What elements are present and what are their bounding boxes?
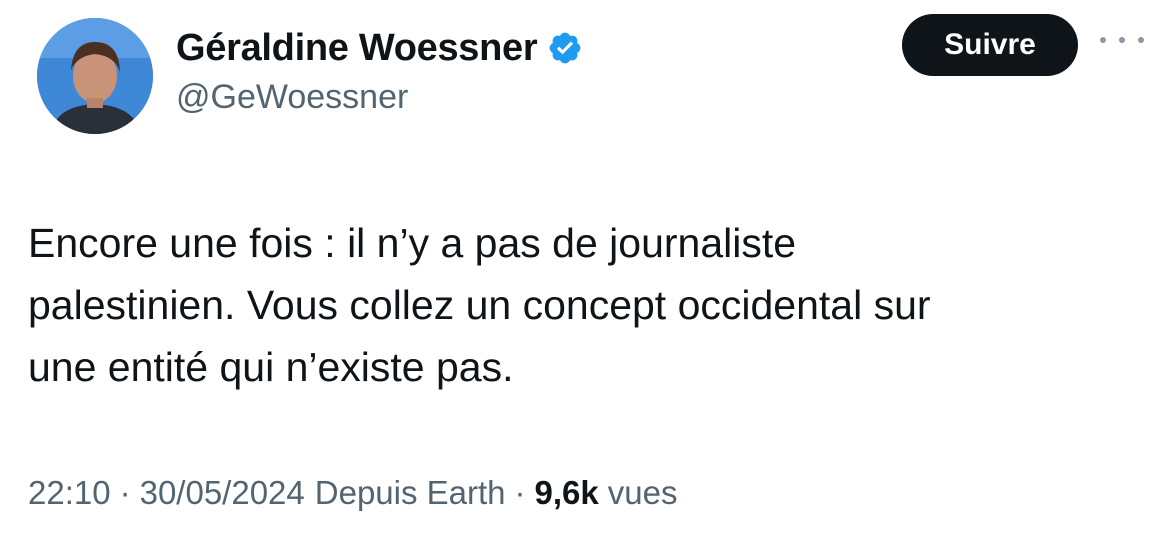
tweet-text: Encore une fois : il n’y a pas de journa… (28, 212, 1138, 398)
tweet-metadata: 22:10 · 30/05/2024 Depuis Earth · 9,6k v… (28, 474, 677, 512)
tweet-text-line: Encore une fois : il n’y a pas de journa… (28, 220, 797, 266)
tweet-date[interactable]: 30/05/2024 (140, 474, 305, 512)
tweet-card: Géraldine Woessner @GeWoessner Suivre En… (0, 0, 1170, 536)
author-name-row: Géraldine Woessner (176, 24, 583, 72)
separator: · (119, 474, 131, 511)
tweet-source: Depuis Earth (314, 474, 506, 511)
dot (1138, 37, 1144, 43)
follow-button[interactable]: Suivre (902, 14, 1078, 76)
verified-badge-icon (547, 30, 583, 66)
views-label: vues (607, 474, 678, 511)
more-options-icon[interactable] (1100, 30, 1144, 50)
display-name[interactable]: Géraldine Woessner (176, 27, 538, 70)
views-count: 9,6k (534, 474, 599, 511)
avatar-image (37, 18, 153, 134)
author-handle[interactable]: @GeWoessner (176, 78, 408, 117)
tweet-text-line: une entité qui n’existe pas. (28, 344, 514, 390)
avatar[interactable] (37, 18, 153, 134)
dot (1100, 37, 1106, 43)
dot (1119, 37, 1125, 43)
tweet-text-line: palestinien. Vous collez un concept occi… (28, 282, 931, 328)
separator: · (514, 474, 526, 511)
tweet-time[interactable]: 22:10 (28, 474, 111, 512)
